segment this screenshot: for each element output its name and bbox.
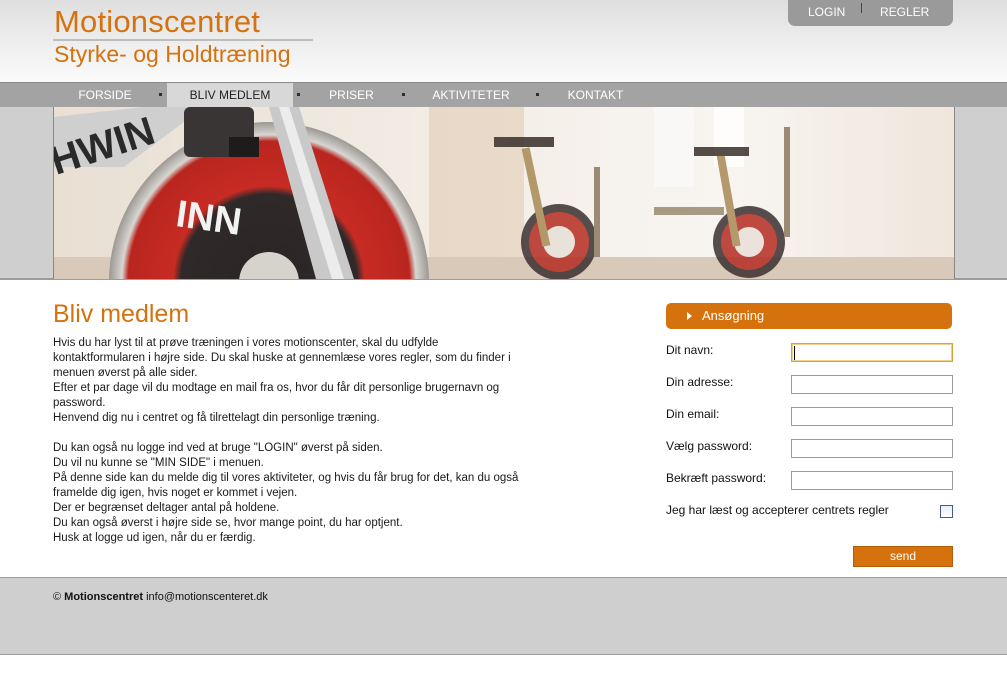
name-label: Dit navn: [666, 343, 714, 357]
password-field[interactable] [791, 439, 953, 458]
password-label: Vælg password: [666, 439, 753, 453]
name-field[interactable] [791, 343, 953, 362]
site-header: Motionscentret Styrke- og Holdtræning LO… [0, 0, 1007, 82]
email-field[interactable] [791, 407, 953, 426]
page-title: Bliv medlem [53, 300, 190, 328]
site-subtitle: Styrke- og Holdtræning [54, 41, 291, 67]
intro-line: På denne side kan du melde dig til vores… [53, 472, 519, 484]
send-button[interactable]: send [853, 546, 953, 567]
nav-separator [402, 93, 405, 96]
address-label: Din adresse: [666, 375, 734, 389]
intro-line: Hvis du har lyst til at prøve træningen … [53, 337, 439, 349]
top-links-divider [861, 3, 862, 13]
nav-separator [536, 93, 539, 96]
login-link[interactable]: LOGIN [808, 5, 845, 19]
nav-item-priser[interactable]: PRISER [305, 83, 398, 107]
triangle-right-icon [687, 312, 692, 320]
spinning-bikes-photo-icon: INN HWIN [54, 107, 954, 279]
nav-item-kontakt[interactable]: KONTAKT [544, 83, 647, 107]
main-nav: FORSIDE BLIV MEDLEM PRISER AKTIVITETER K… [0, 82, 1007, 107]
nav-separator [297, 93, 300, 96]
footer-email[interactable]: info@motionscenteret.dk [146, 591, 268, 603]
email-label: Din email: [666, 407, 720, 421]
hero-image: INN HWIN [53, 107, 955, 279]
confirm-password-field[interactable] [791, 471, 953, 490]
intro-line: framelde dig igen, hvis noget er kommet … [53, 487, 298, 499]
footer-brand: Motionscentret [64, 591, 144, 603]
rules-accept-checkbox[interactable] [940, 505, 953, 518]
intro-line: Efter et par dage vil du modtage en mail… [53, 382, 500, 394]
intro-line: Der er begrænset deltager antal på holde… [53, 502, 280, 514]
footer-text: © Motionscentret info@motionscenteret.dk [53, 591, 268, 603]
site-title[interactable]: Motionscentret [54, 4, 260, 40]
intro-line: Du kan også øverst i højre side se, hvor… [53, 517, 403, 529]
intro-line: menuen øverst på alle sider. [53, 367, 198, 379]
intro-line: Husk at logge ud igen, når du er færdig. [53, 532, 256, 544]
application-form-header: Ansøgning [666, 303, 952, 329]
form-header-label: Ansøgning [702, 308, 765, 323]
confirm-password-label: Bekræft password: [666, 471, 767, 485]
nav-separator [159, 93, 162, 96]
intro-text: Hvis du har lyst til at prøve træningen … [53, 336, 573, 546]
nav-item-forside[interactable]: FORSIDE [54, 83, 156, 107]
copyright-symbol: © [53, 591, 62, 603]
top-links-bar: LOGIN REGLER [788, 0, 953, 26]
nav-item-bliv-medlem[interactable]: BLIV MEDLEM [167, 83, 293, 107]
rules-link[interactable]: REGLER [880, 5, 929, 19]
intro-line: kontaktformularen i højre side. Du skal … [53, 352, 511, 364]
intro-line: Du kan også nu logge ind ved at bruge "L… [53, 442, 383, 454]
nav-item-aktiviteter[interactable]: AKTIVITETER [410, 83, 532, 107]
intro-line: password. [53, 397, 106, 409]
text-cursor [794, 346, 795, 360]
intro-line: Henvend dig nu i centret og få tilrettel… [53, 412, 380, 424]
rules-accept-label: Jeg har læst og accepterer centrets regl… [666, 503, 889, 517]
intro-line: Du vil nu kunne se "MIN SIDE" i menuen. [53, 457, 264, 469]
address-field[interactable] [791, 375, 953, 394]
site-footer: © Motionscentret info@motionscenteret.dk [0, 577, 1007, 655]
